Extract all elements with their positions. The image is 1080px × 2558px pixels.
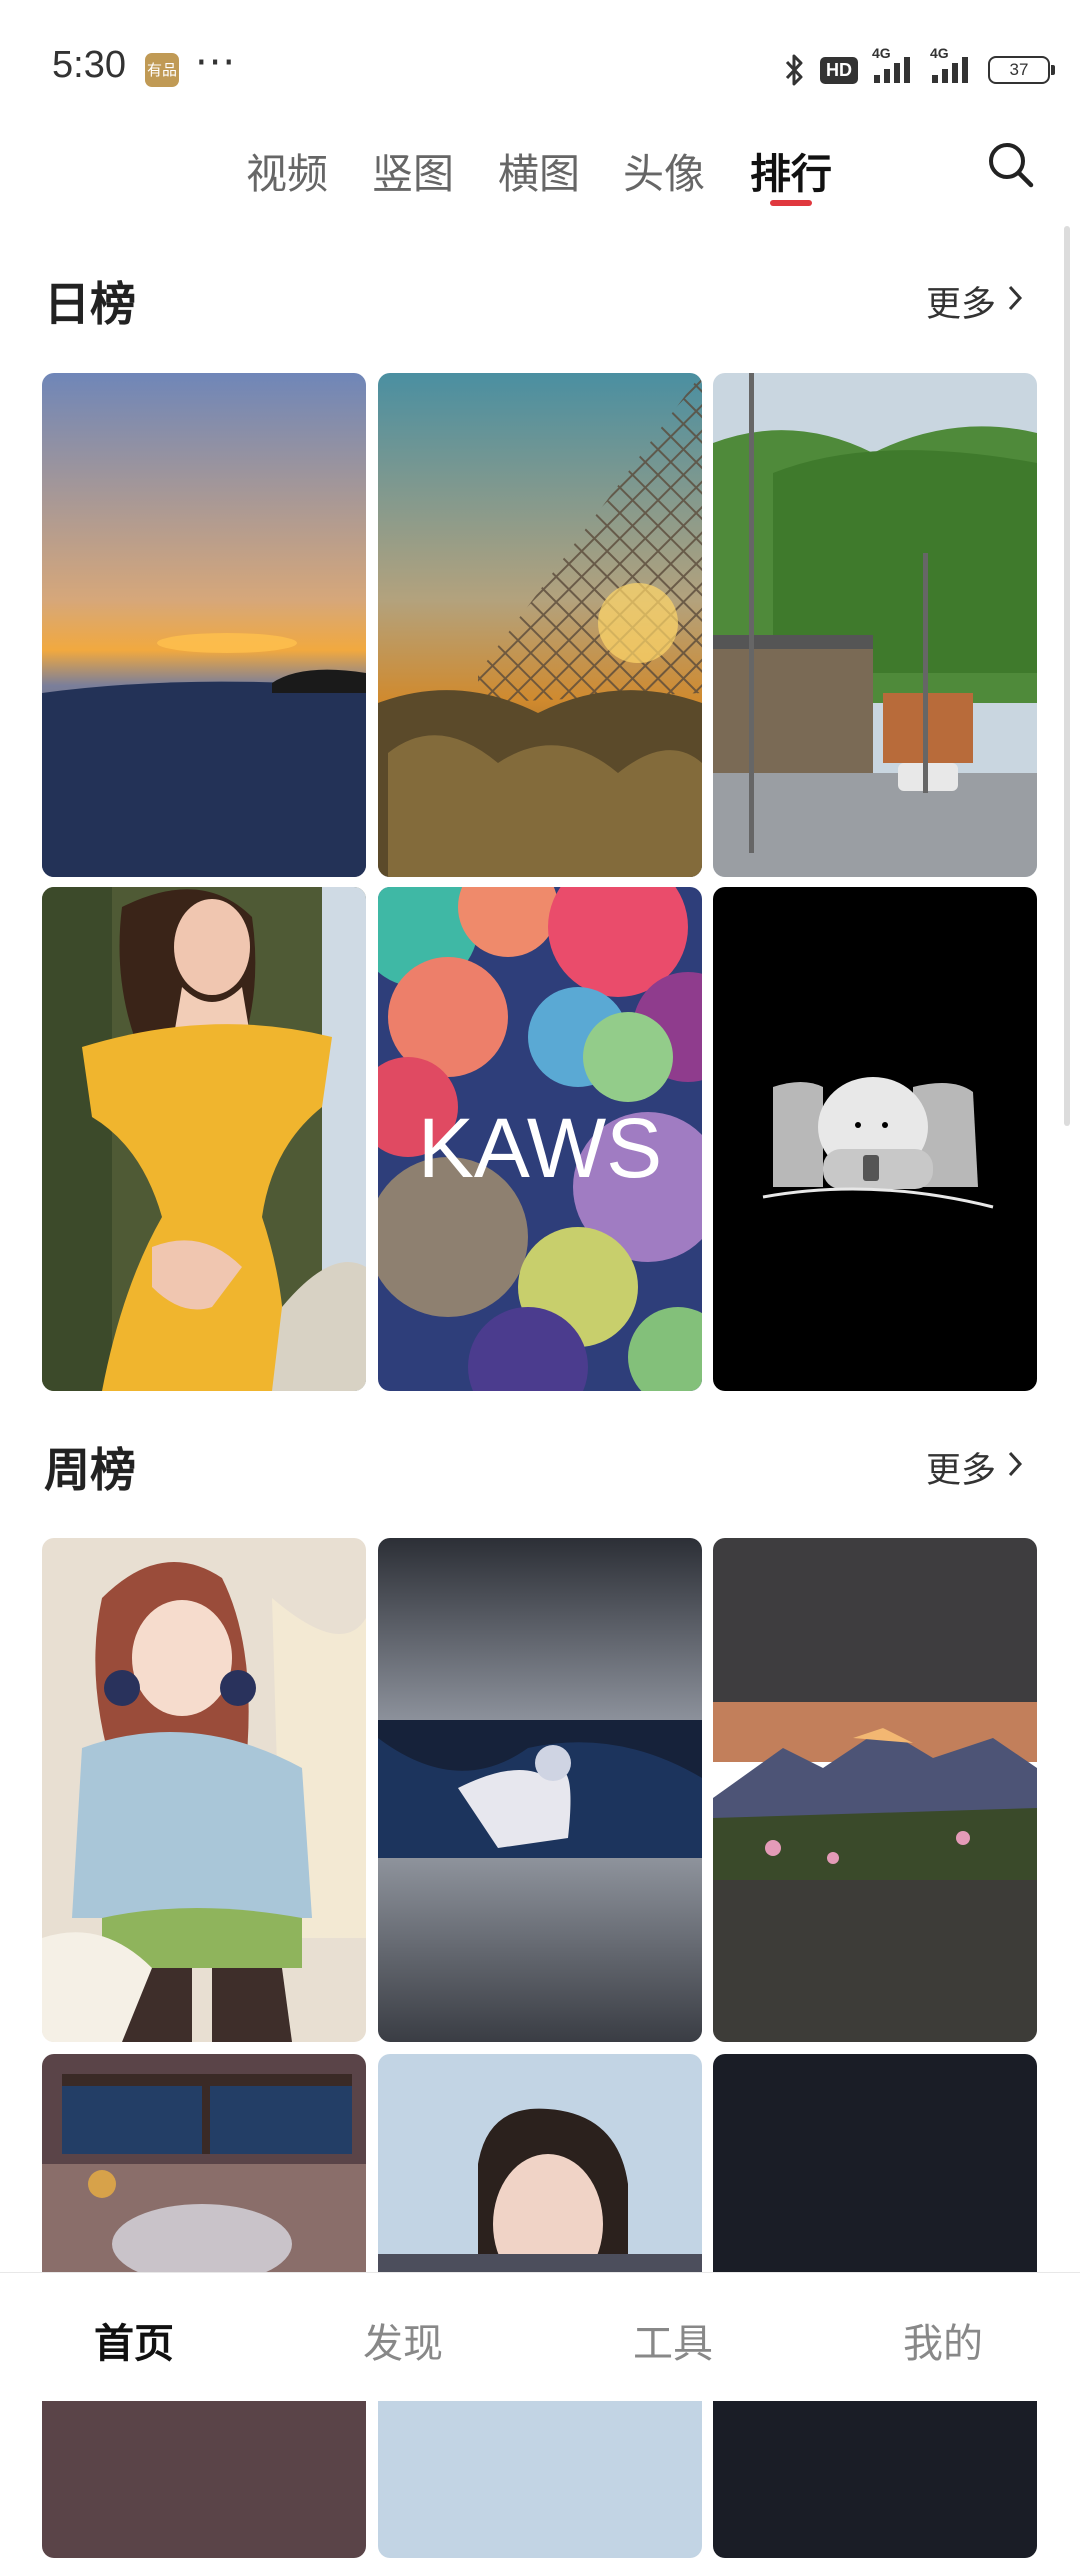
daily-more-link[interactable]: 更多 [926, 276, 1024, 327]
nav-tools[interactable]: 工具 [633, 2311, 713, 2369]
wallpaper-bamboo-street[interactable] [713, 373, 1037, 877]
tab-ranking[interactable]: 排行 [750, 140, 832, 200]
battery-icon: 37 [988, 56, 1055, 84]
wallpaper-anime-dark[interactable] [378, 1538, 702, 2042]
weekly-ranking-title: 周榜 [44, 1443, 136, 1497]
wallpaper-chain-fence[interactable] [378, 373, 702, 877]
status-time: 5:30 [52, 44, 126, 86]
nav-home[interactable]: 首页 [94, 2311, 174, 2369]
search-icon[interactable] [986, 140, 1036, 190]
network-type-label: 4G [872, 45, 891, 61]
daily-more-label: 更多 [925, 285, 996, 325]
active-tab-indicator [770, 200, 812, 206]
wallpaper-yellow-dress[interactable] [42, 887, 366, 1391]
bluetooth-icon [784, 53, 806, 87]
weekly-more-link[interactable]: 更多 [926, 1442, 1024, 1493]
bottom-navigation: 首页 发现 工具 我的 [0, 2272, 1080, 2401]
kaws-caption: KAWS [418, 1101, 662, 1195]
hd-badge: HD [820, 56, 858, 84]
tab-video[interactable]: 视频 [246, 140, 328, 200]
scrollbar[interactable] [1064, 226, 1070, 1126]
nav-discover[interactable]: 发现 [363, 2311, 443, 2369]
wallpaper-anime-girl[interactable] [42, 1538, 366, 2042]
signal-icon: 4G [872, 45, 916, 85]
chevron-right-icon [1006, 282, 1024, 322]
status-bar: 5:30 有品 ··· HD 4G 4G 37 [0, 0, 1080, 130]
wallpaper-kaws[interactable]: KAWS [378, 887, 702, 1391]
tab-landscape[interactable]: 横图 [498, 140, 580, 200]
status-icons: HD 4G 4G 37 [784, 45, 1055, 92]
network-type-label-2: 4G [930, 45, 949, 61]
category-tabs: 视频 竖图 横图 头像 排行 [0, 130, 1080, 230]
chevron-right-icon [1006, 1448, 1024, 1488]
tab-portrait[interactable]: 竖图 [372, 140, 454, 200]
app-badge-icon: 有品 [145, 53, 179, 87]
weekly-more-label: 更多 [925, 1451, 996, 1491]
nav-profile[interactable]: 我的 [903, 2311, 983, 2369]
wallpaper-mountain-sunset[interactable] [713, 1538, 1037, 2042]
wallpaper-sunset-beach[interactable] [42, 373, 366, 877]
wallpaper-cartoon-blob[interactable] [713, 887, 1037, 1391]
more-dots-icon: ··· [195, 40, 237, 86]
daily-ranking-title: 日榜 [44, 277, 136, 331]
signal-icon-2: 4G [930, 45, 974, 85]
tab-avatar[interactable]: 头像 [623, 140, 705, 200]
